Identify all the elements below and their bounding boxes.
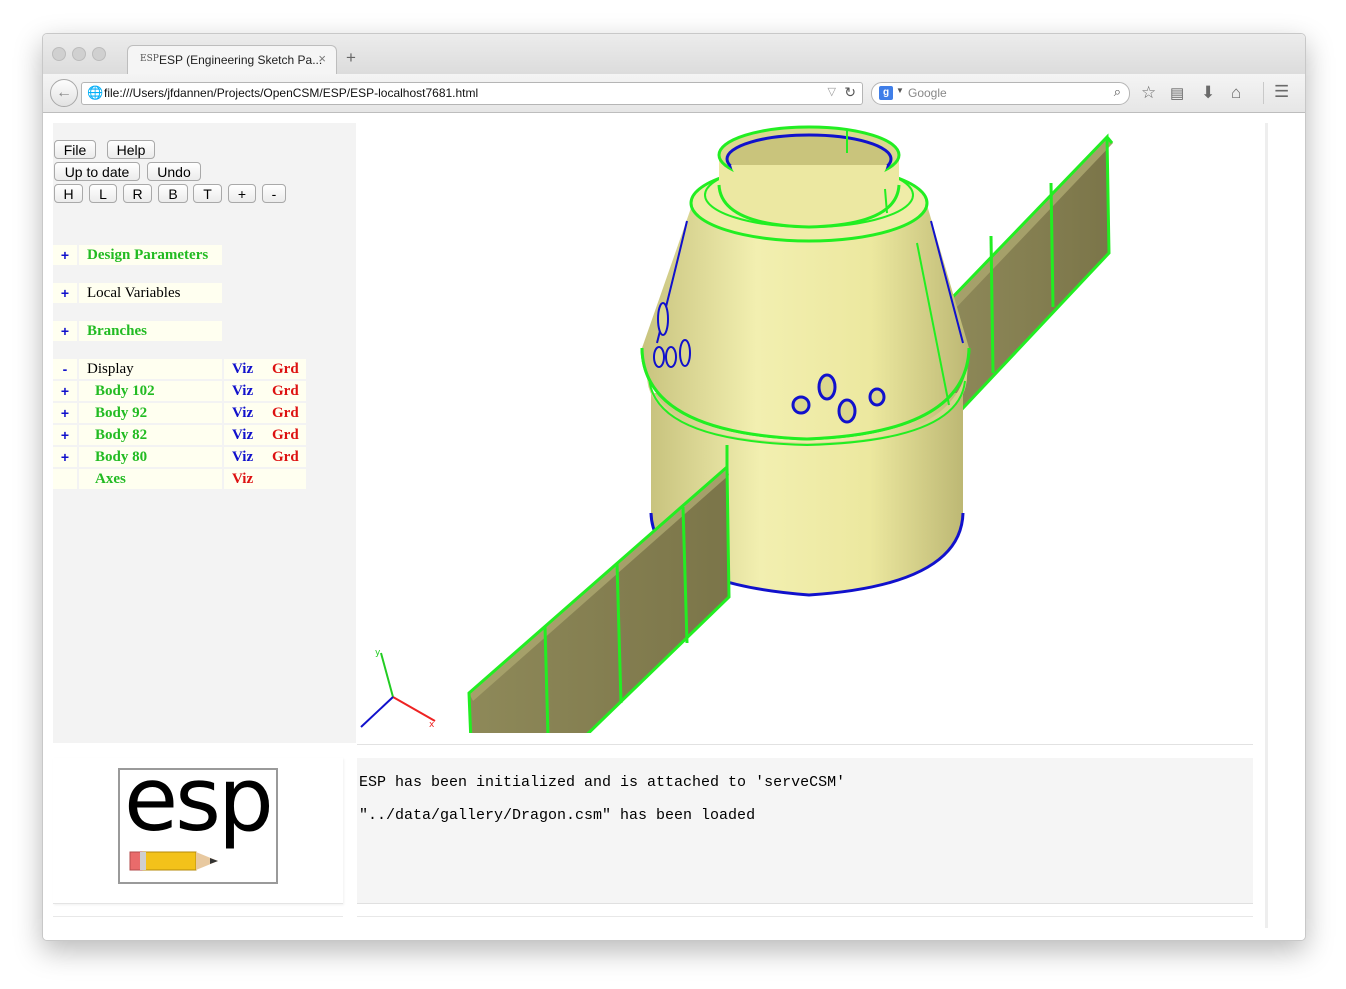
message-line: "../data/gallery/Dragon.csm" has been lo… <box>359 807 756 824</box>
tree-label-local-variables[interactable]: Local Variables <box>79 283 222 303</box>
search-bar[interactable]: g ▼ Google ⌕ <box>871 82 1130 105</box>
browser-window: ESP ESP (Engineering Sketch Pa... × + ← … <box>42 33 1306 941</box>
menu-icon[interactable]: ☰ <box>1274 82 1289 102</box>
expand-toggle[interactable]: + <box>53 321 77 341</box>
download-icon[interactable]: ⬇ <box>1201 83 1215 103</box>
esp-favicon-icon: ESP <box>140 54 159 64</box>
docking-port[interactable] <box>717 125 901 229</box>
right-divider <box>1265 123 1268 928</box>
undo-button[interactable]: Undo <box>147 162 201 181</box>
url-dropdown-icon[interactable]: ▽ <box>828 85 836 98</box>
graphics-viewer[interactable]: y x <box>357 123 1253 745</box>
esp-logo: esp <box>118 748 278 884</box>
view-home-button[interactable]: H <box>54 184 83 203</box>
logo-panel: esp <box>53 748 343 904</box>
home-icon[interactable]: ⌂ <box>1231 83 1241 103</box>
solar-panel-front[interactable] <box>467 463 731 733</box>
tree-label-axes[interactable]: Axes <box>79 469 222 489</box>
pencil-icon <box>129 851 218 871</box>
view-top-button[interactable]: T <box>193 184 222 203</box>
new-tab-button[interactable]: + <box>346 48 356 68</box>
expand-toggle[interactable]: + <box>53 425 77 445</box>
file-button[interactable]: File <box>54 140 96 159</box>
tree-label-display[interactable]: Display <box>79 359 222 379</box>
solar-panel-back[interactable] <box>945 133 1114 425</box>
url-bar[interactable]: 🌐 file:///Users/jfdannen/Projects/OpenCS… <box>81 82 863 105</box>
axes-gizmo: y x <box>360 648 436 730</box>
navigation-bar: ← 🌐 file:///Users/jfdannen/Projects/Open… <box>43 74 1305 113</box>
viz-toggle[interactable]: Viz <box>224 469 264 489</box>
svg-text:y: y <box>375 648 381 658</box>
viz-toggle[interactable]: Viz <box>224 425 264 445</box>
bookmark-star-icon[interactable]: ☆ <box>1141 83 1156 103</box>
expand-toggle[interactable]: + <box>53 447 77 467</box>
grd-toggle[interactable]: Grd <box>264 403 306 423</box>
zoom-in-button[interactable]: + <box>228 184 256 203</box>
tree-label-branches[interactable]: Branches <box>79 321 222 341</box>
viz-toggle[interactable]: Viz <box>224 403 264 423</box>
bottom-divider-left <box>53 916 343 917</box>
tree-label-body[interactable]: Body 102 <box>79 381 222 401</box>
globe-icon: 🌐 <box>87 85 104 100</box>
empty-grd-cell <box>264 469 306 489</box>
tab-bar: ESP ESP (Engineering Sketch Pa... × + <box>43 34 1305 75</box>
tree-label-body[interactable]: Body 80 <box>79 447 222 467</box>
zoom-out-button[interactable]: - <box>262 184 286 203</box>
tab-title: ESP (Engineering Sketch Pa... <box>159 53 323 67</box>
grd-toggle[interactable]: Grd <box>264 381 306 401</box>
bottom-divider-right <box>357 916 1253 917</box>
minimize-window-button[interactable] <box>72 47 86 61</box>
viz-toggle[interactable]: Viz <box>224 359 264 379</box>
collapse-toggle[interactable]: - <box>53 359 77 379</box>
zoom-window-button[interactable] <box>92 47 106 61</box>
expand-toggle[interactable]: + <box>53 381 77 401</box>
search-icon[interactable]: ⌕ <box>1114 84 1121 100</box>
grd-toggle[interactable]: Grd <box>264 359 306 379</box>
grd-toggle[interactable]: Grd <box>264 447 306 467</box>
view-bottom-button[interactable]: B <box>158 184 188 203</box>
dragon-capsule-model[interactable]: y x <box>357 123 1253 733</box>
page-content: File Help Up to date Undo H L R B T + - … <box>43 113 1305 940</box>
viz-toggle[interactable]: Viz <box>224 447 264 467</box>
search-engine-dropdown-icon[interactable]: ▼ <box>896 86 904 95</box>
expand-toggle[interactable]: + <box>53 403 77 423</box>
empty-toggle-cell <box>53 469 77 489</box>
expand-toggle[interactable]: + <box>53 283 77 303</box>
message-line: ESP has been initialized and is attached… <box>359 774 846 791</box>
google-logo-icon[interactable]: g <box>879 86 893 100</box>
help-button[interactable]: Help <box>107 140 155 159</box>
tree-label-body[interactable]: Body 92 <box>79 403 222 423</box>
view-right-button[interactable]: R <box>123 184 152 203</box>
tab-close-icon[interactable]: × <box>318 51 326 66</box>
tree-label-design-parameters[interactable]: Design Parameters <box>79 245 222 265</box>
url-text[interactable]: file:///Users/jfdannen/Projects/OpenCSM/… <box>104 86 478 100</box>
back-button[interactable]: ← <box>50 79 78 107</box>
up-to-date-button[interactable]: Up to date <box>54 162 140 181</box>
reading-list-icon[interactable]: ▤ <box>1170 84 1184 102</box>
tree-label-body[interactable]: Body 82 <box>79 425 222 445</box>
viz-toggle[interactable]: Viz <box>224 381 264 401</box>
reload-icon[interactable]: ↻ <box>844 84 856 101</box>
close-window-button[interactable] <box>52 47 66 61</box>
message-panel: ESP has been initialized and is attached… <box>357 758 1253 904</box>
view-left-button[interactable]: L <box>89 184 117 203</box>
svg-text:x: x <box>429 720 435 730</box>
search-placeholder[interactable]: Google <box>908 86 947 100</box>
grd-toggle[interactable]: Grd <box>264 425 306 445</box>
left-panel: File Help Up to date Undo H L R B T + - … <box>53 123 356 743</box>
toolbar-separator <box>1263 82 1264 104</box>
browser-tab[interactable]: ESP ESP (Engineering Sketch Pa... × <box>127 45 337 75</box>
expand-toggle[interactable]: + <box>53 245 77 265</box>
esp-logo-text: esp <box>124 748 274 851</box>
